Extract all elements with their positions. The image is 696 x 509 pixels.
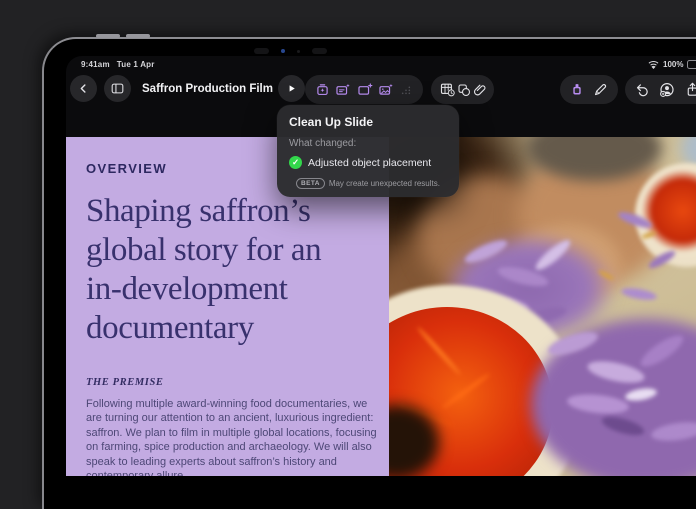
clean-up-slide-popover: Clean Up Slide What changed: ✓ Adjusted … — [277, 105, 459, 197]
status-bar-left: 9:41am Tue 1 Apr — [81, 60, 162, 69]
battery-icon — [687, 60, 696, 69]
volume-down-button — [126, 34, 150, 38]
attach-media-button[interactable] — [472, 82, 488, 98]
format-tools-pill — [560, 75, 618, 104]
premise-label: THE PREMISE — [86, 377, 369, 388]
add-slide-button[interactable] — [356, 81, 374, 98]
popover-subtitle: What changed: — [289, 138, 447, 149]
status-date: Tue 1 Apr — [117, 60, 155, 69]
play-icon — [285, 82, 298, 95]
camera-lens-icon — [281, 49, 285, 53]
beta-note: May create unexpected results. — [329, 179, 440, 188]
heading-line: in-development — [86, 270, 369, 309]
toolbar-left-group: Saffron Production Film — [70, 75, 299, 102]
document-title[interactable]: Saffron Production Film — [142, 83, 273, 95]
ipad-device-frame: 9:41am Tue 1 Apr 100% Saffron Production … — [42, 37, 696, 509]
battery-percent: 100% — [663, 60, 683, 69]
change-row: ✓ Adjusted object placement — [289, 156, 447, 169]
popover-title: Clean Up Slide — [289, 115, 447, 129]
table-insert-button[interactable] — [439, 81, 456, 98]
change-item-label: Adjusted object placement — [308, 157, 431, 169]
play-button[interactable] — [278, 75, 305, 102]
heading-line: global story for an — [86, 231, 369, 270]
slide-navigator-icon — [110, 81, 125, 96]
ipad-screen: 9:41am Tue 1 Apr 100% Saffron Production … — [66, 56, 696, 476]
camera-sensor-icon — [254, 48, 269, 54]
dot-chart-dimmed-icon — [398, 82, 414, 98]
slide-heading: Shaping saffron’s global story for an in… — [86, 192, 369, 348]
shapes-button[interactable] — [456, 82, 472, 98]
actions-pill — [625, 75, 696, 104]
beta-row: BETA May create unexpected results. — [289, 178, 447, 189]
compose-slide-sparkle-button[interactable] — [334, 81, 352, 98]
heading-line: documentary — [86, 309, 369, 348]
status-time: 9:41am — [81, 60, 110, 69]
volume-up-button — [96, 34, 120, 38]
camera-sensor-icon — [312, 48, 327, 54]
clean-up-slide-button[interactable] — [314, 81, 331, 98]
wifi-icon — [648, 60, 659, 69]
slide-navigator-button[interactable] — [104, 75, 131, 102]
undo-button[interactable] — [634, 81, 651, 98]
ai-tools-pill — [305, 75, 423, 104]
back-chevron-icon — [77, 82, 90, 95]
desktop-background: { "status_bar": { "time": "9:41am", "dat… — [0, 0, 696, 452]
back-button[interactable] — [70, 75, 97, 102]
insert-tools-pill — [431, 75, 494, 104]
check-circle-icon: ✓ — [289, 156, 302, 169]
collaborate-button[interactable] — [658, 81, 676, 99]
beta-badge: BETA — [296, 178, 325, 189]
generate-image-sparkle-button[interactable] — [377, 81, 395, 98]
front-camera-array — [254, 48, 327, 54]
status-bar-right: 100% — [648, 60, 696, 69]
format-button-active[interactable] — [569, 81, 585, 98]
share-button[interactable] — [684, 81, 696, 98]
heading-line: Shaping saffron’s — [86, 192, 369, 231]
draw-icon[interactable] — [592, 81, 609, 98]
camera-dot-icon — [297, 50, 300, 53]
premise-body: Following multiple award-winning food do… — [86, 397, 382, 476]
